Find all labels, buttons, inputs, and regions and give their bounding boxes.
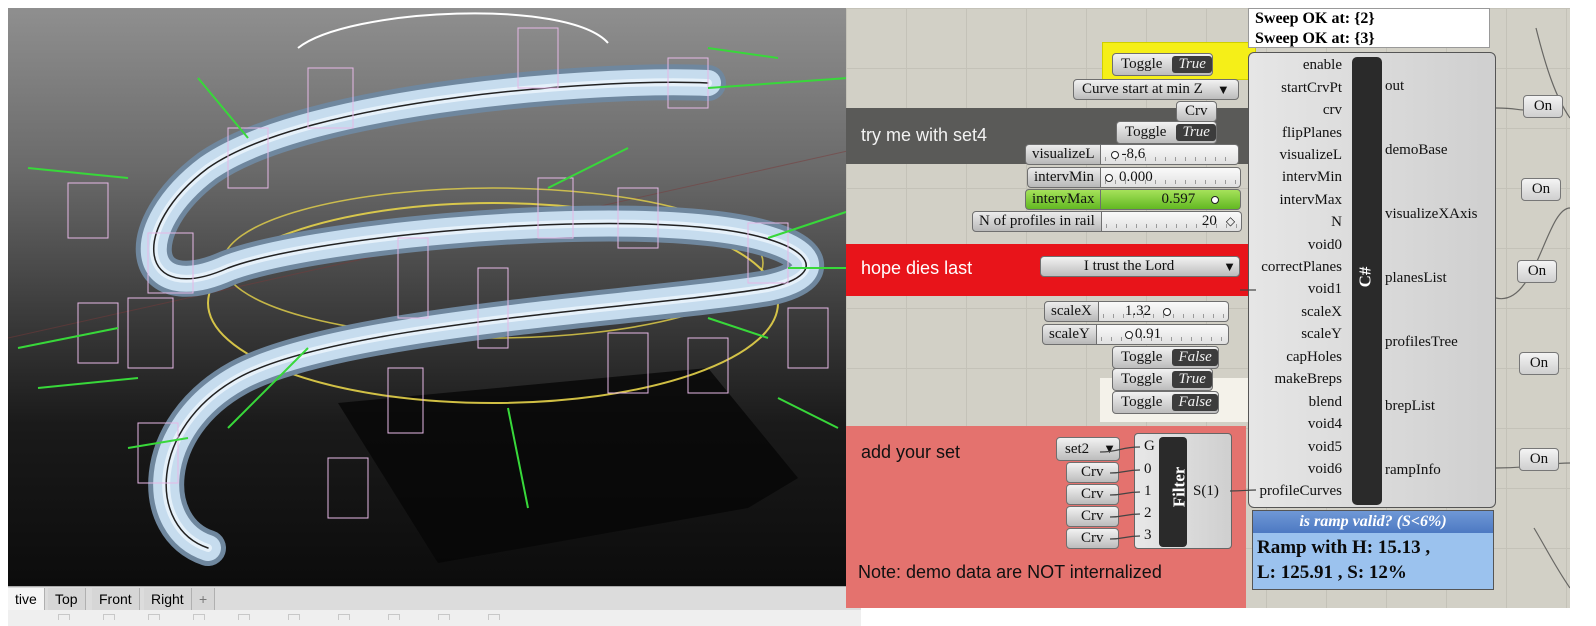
wires-layer <box>1099 289 1257 540</box>
